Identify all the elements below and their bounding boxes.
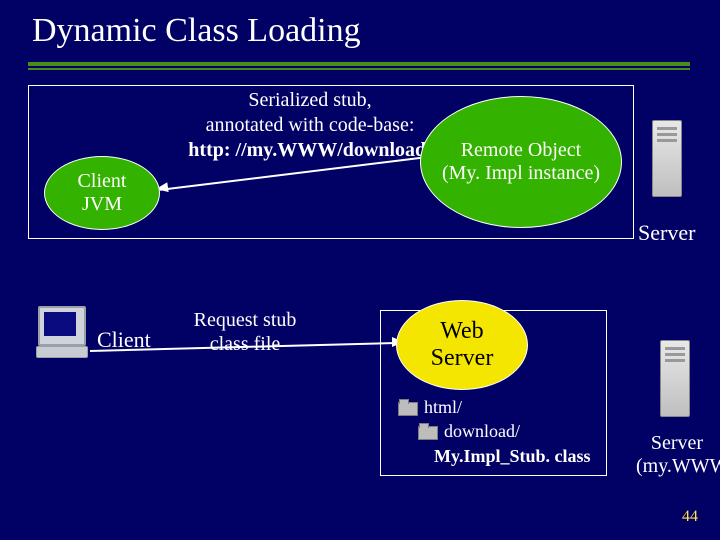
serialized-stub-caption: Serialized stub, annotated with code-bas…	[180, 88, 440, 163]
request-l1: Request stub	[175, 308, 315, 332]
remote-l2: (My. Impl instance)	[442, 162, 600, 185]
title-rule-thick	[28, 62, 690, 66]
file-download: download/	[398, 419, 591, 443]
webserver-tower-icon	[650, 335, 698, 430]
web-server-oval: Web Server	[396, 300, 528, 390]
file-stub: My.Impl_Stub. class	[398, 444, 591, 468]
serialized-line1: Serialized stub,	[180, 88, 440, 113]
folder-icon	[418, 426, 438, 440]
client-jvm-l2: JVM	[78, 193, 127, 216]
web-l2: Server	[431, 345, 494, 372]
client-jvm-l1: Client	[78, 170, 127, 193]
serialized-line2: annotated with code-base:	[180, 113, 440, 138]
server2-l2: (my.WWW)	[636, 455, 718, 478]
slide-number: 44	[682, 508, 698, 526]
web-l1: Web	[431, 318, 494, 345]
webserver-label: Server (my.WWW)	[636, 432, 718, 478]
slide-title: Dynamic Class Loading	[32, 12, 361, 50]
remote-object-oval: Remote Object (My. Impl instance)	[420, 96, 622, 228]
server-tower-icon	[642, 115, 690, 210]
folder-icon	[398, 402, 418, 416]
web-server-files: html/ download/ My.Impl_Stub. class	[398, 395, 591, 468]
client-monitor-icon	[34, 306, 90, 362]
remote-l1: Remote Object	[442, 139, 600, 162]
title-rule-thin	[28, 68, 690, 70]
server2-l1: Server	[636, 432, 718, 455]
file-html: html/	[398, 395, 591, 419]
client-jvm-oval: Client JVM	[44, 156, 160, 230]
server-label: Server	[638, 220, 695, 246]
request-stub-caption: Request stub class file	[175, 308, 315, 356]
